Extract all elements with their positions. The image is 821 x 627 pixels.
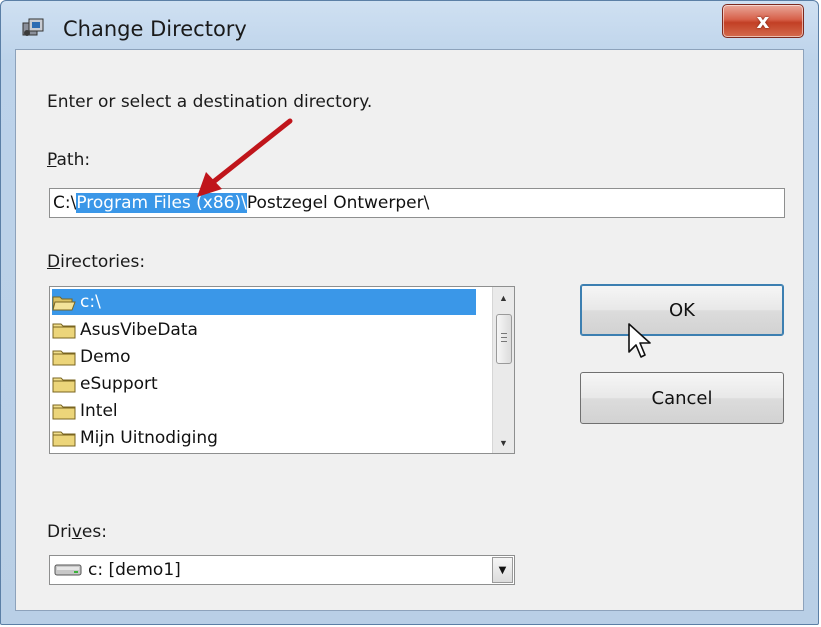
annotation-arrow-icon [197,118,293,197]
mouse-cursor-icon [628,323,651,358]
